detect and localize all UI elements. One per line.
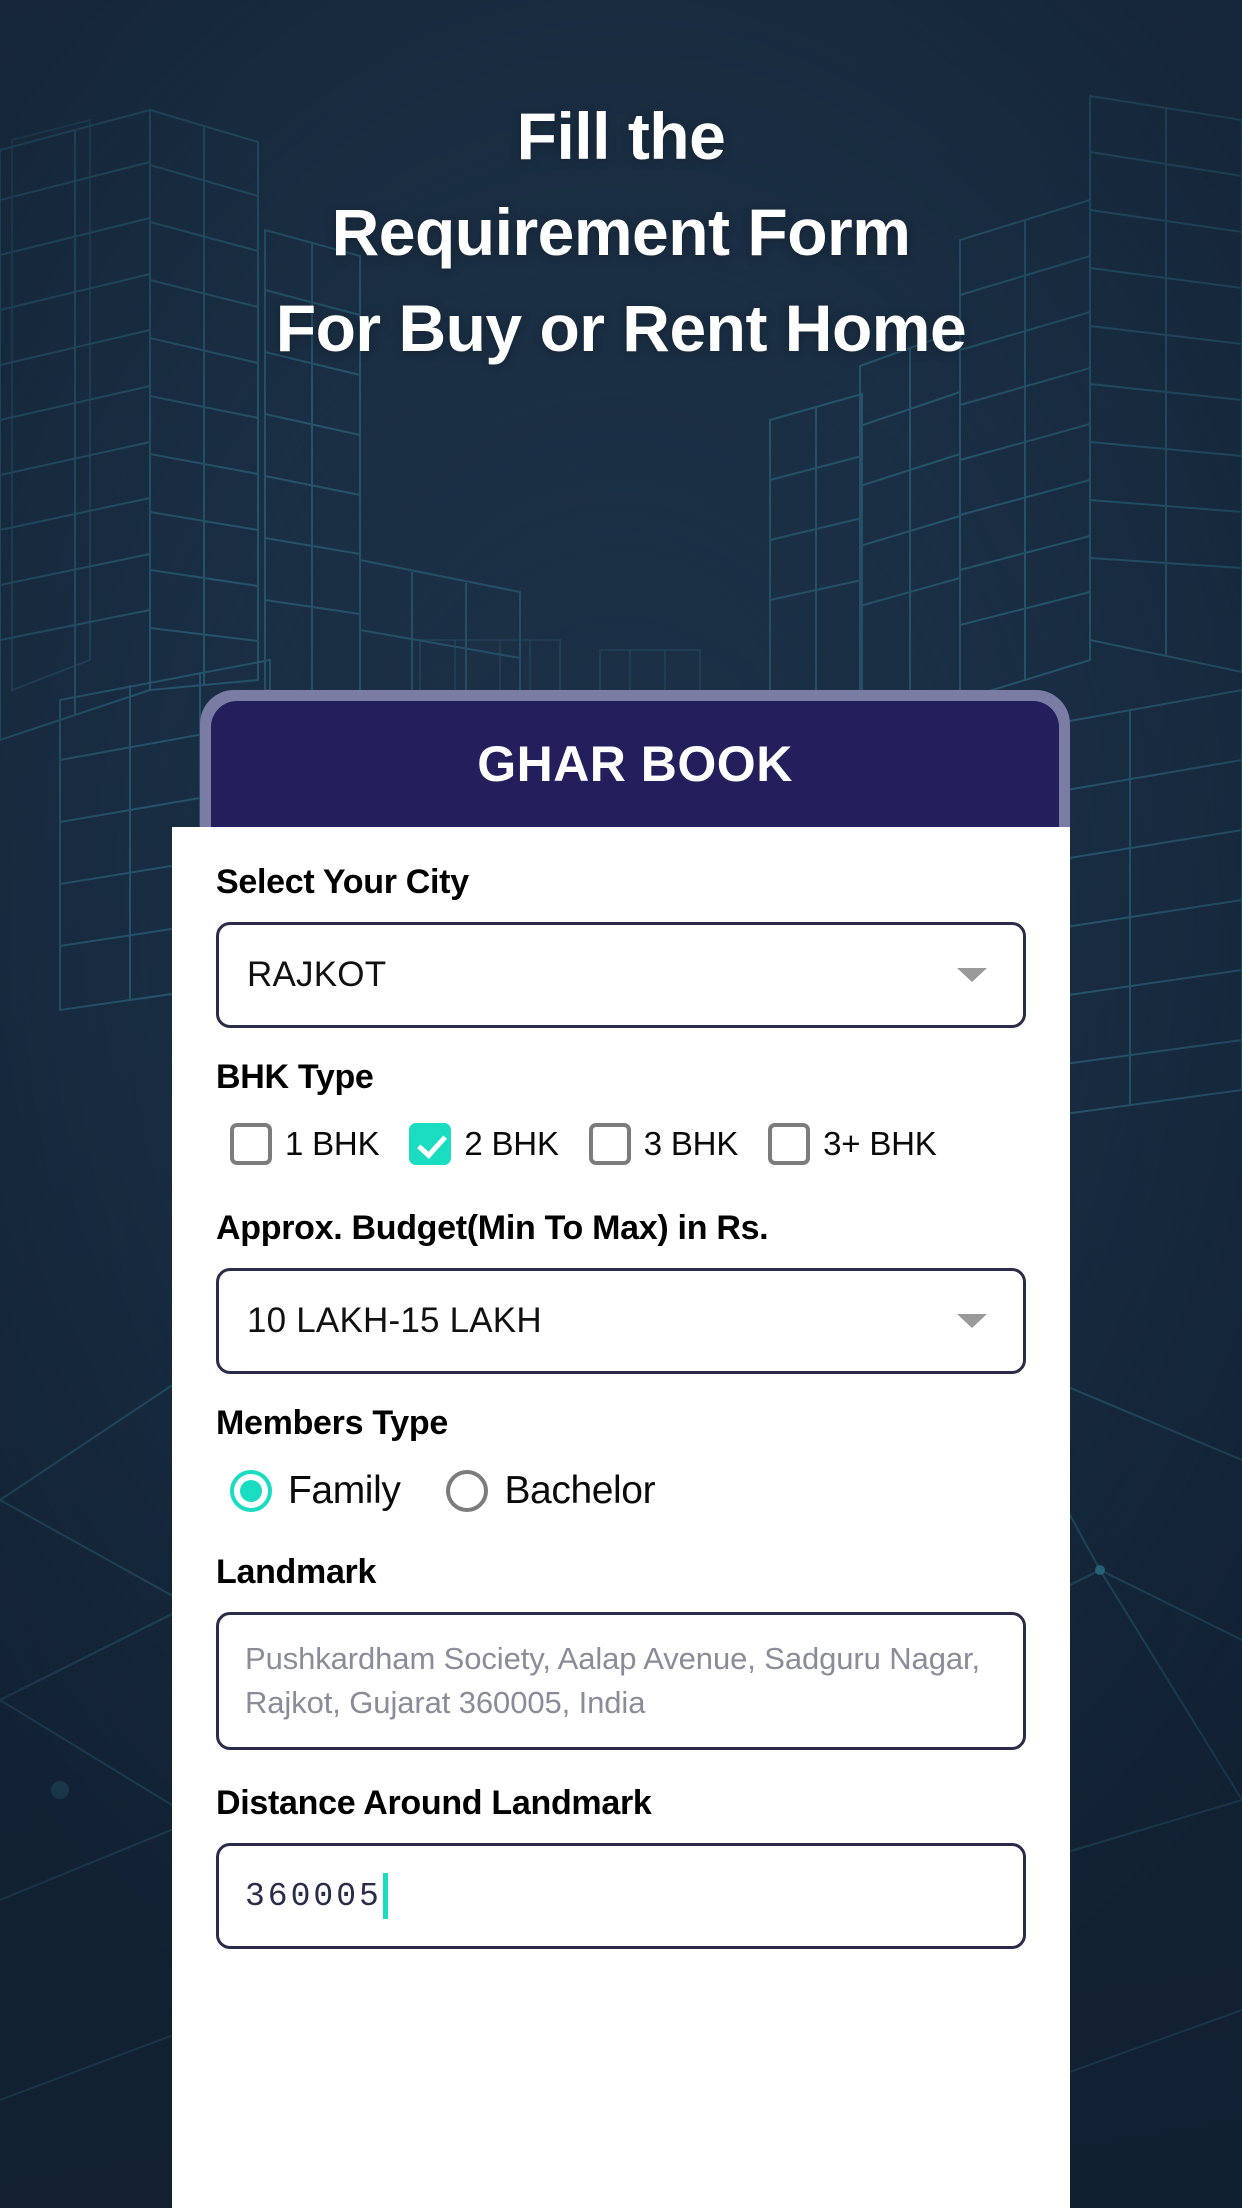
members-label: Members Type [216, 1404, 448, 1442]
bhk-option-3plusbhk[interactable]: 3+ BHK [768, 1123, 937, 1165]
budget-label: Approx. Budget(Min To Max) in Rs. [216, 1209, 769, 1247]
landmark-placeholder: Pushkardham Society, Aalap Avenue, Sadgu… [245, 1641, 980, 1720]
bhk-option-label: 3+ BHK [823, 1125, 937, 1162]
bhk-option-1bhk[interactable]: 1 BHK [230, 1123, 380, 1165]
members-option-bachelor[interactable]: Bachelor [446, 1469, 656, 1513]
field-group-members: Members Type Family Bachelor [216, 1404, 1026, 1513]
page-title: Fill the Requirement Form For Buy or Ren… [0, 88, 1242, 376]
bhk-option-2bhk[interactable]: 2 BHK [409, 1123, 559, 1165]
bhk-option-3bhk[interactable]: 3 BHK [588, 1123, 739, 1165]
bhk-option-label: 1 BHK [285, 1125, 380, 1162]
bhk-option-label: 2 BHK [464, 1125, 559, 1162]
bhk-option-label: 3 BHK [643, 1125, 739, 1162]
budget-select[interactable]: 10 LAKH-15 LAKH [216, 1268, 1026, 1374]
radio-icon[interactable] [446, 1470, 489, 1512]
field-group-city: Select Your City RAJKOT [216, 863, 1026, 1028]
checkbox-icon[interactable] [230, 1123, 272, 1165]
landmark-input[interactable]: Pushkardham Society, Aalap Avenue, Sadgu… [216, 1612, 1026, 1750]
distance-input[interactable]: 360005 [216, 1843, 1026, 1949]
form-body: Select Your City RAJKOT BHK Type 1 BHK 2… [172, 827, 1070, 2208]
members-option-label: Family [288, 1469, 401, 1512]
distance-label: Distance Around Landmark [216, 1784, 652, 1822]
city-selected-value: RAJKOT [247, 955, 387, 994]
chevron-down-icon[interactable] [957, 1314, 987, 1328]
card-header-outer: GHAR BOOK [200, 690, 1070, 827]
field-group-bhk: BHK Type 1 BHK 2 BHK 3 BHK 3+ BHK [216, 1058, 1026, 1165]
page-title-line-2: Requirement Form [331, 195, 911, 269]
field-group-distance: Distance Around Landmark 360005 [216, 1784, 1026, 1949]
chevron-down-icon[interactable] [957, 968, 987, 982]
checkbox-icon[interactable] [588, 1123, 631, 1165]
radio-checked-icon[interactable] [230, 1470, 272, 1512]
field-group-budget: Approx. Budget(Min To Max) in Rs. 10 LAK… [216, 1209, 1026, 1374]
checkbox-icon[interactable] [768, 1123, 811, 1165]
app-brand-title: GHAR BOOK [477, 736, 793, 792]
requirement-form-card: GHAR BOOK Select Your City RAJKOT BHK Ty… [172, 690, 1070, 2208]
bhk-label: BHK Type [216, 1058, 374, 1096]
page-title-line-1: Fill the [516, 99, 726, 173]
page-title-line-3: For Buy or Rent Home [275, 291, 967, 365]
distance-input-value: 360005 [245, 1877, 382, 1915]
checkbox-checked-icon[interactable] [409, 1123, 452, 1165]
field-group-landmark: Landmark Pushkardham Society, Aalap Aven… [216, 1553, 1026, 1750]
members-option-family[interactable]: Family [230, 1469, 401, 1513]
budget-selected-value: 10 LAKH-15 LAKH [247, 1301, 542, 1340]
bhk-checkbox-row: 1 BHK 2 BHK 3 BHK 3+ BHK [230, 1123, 1026, 1165]
text-caret [382, 1873, 388, 1919]
city-select[interactable]: RAJKOT [216, 922, 1026, 1028]
members-option-label: Bachelor [504, 1469, 656, 1512]
city-label: Select Your City [216, 863, 469, 901]
card-header: GHAR BOOK [211, 701, 1059, 827]
landmark-label: Landmark [216, 1553, 377, 1591]
members-radio-row: Family Bachelor [230, 1469, 1026, 1513]
